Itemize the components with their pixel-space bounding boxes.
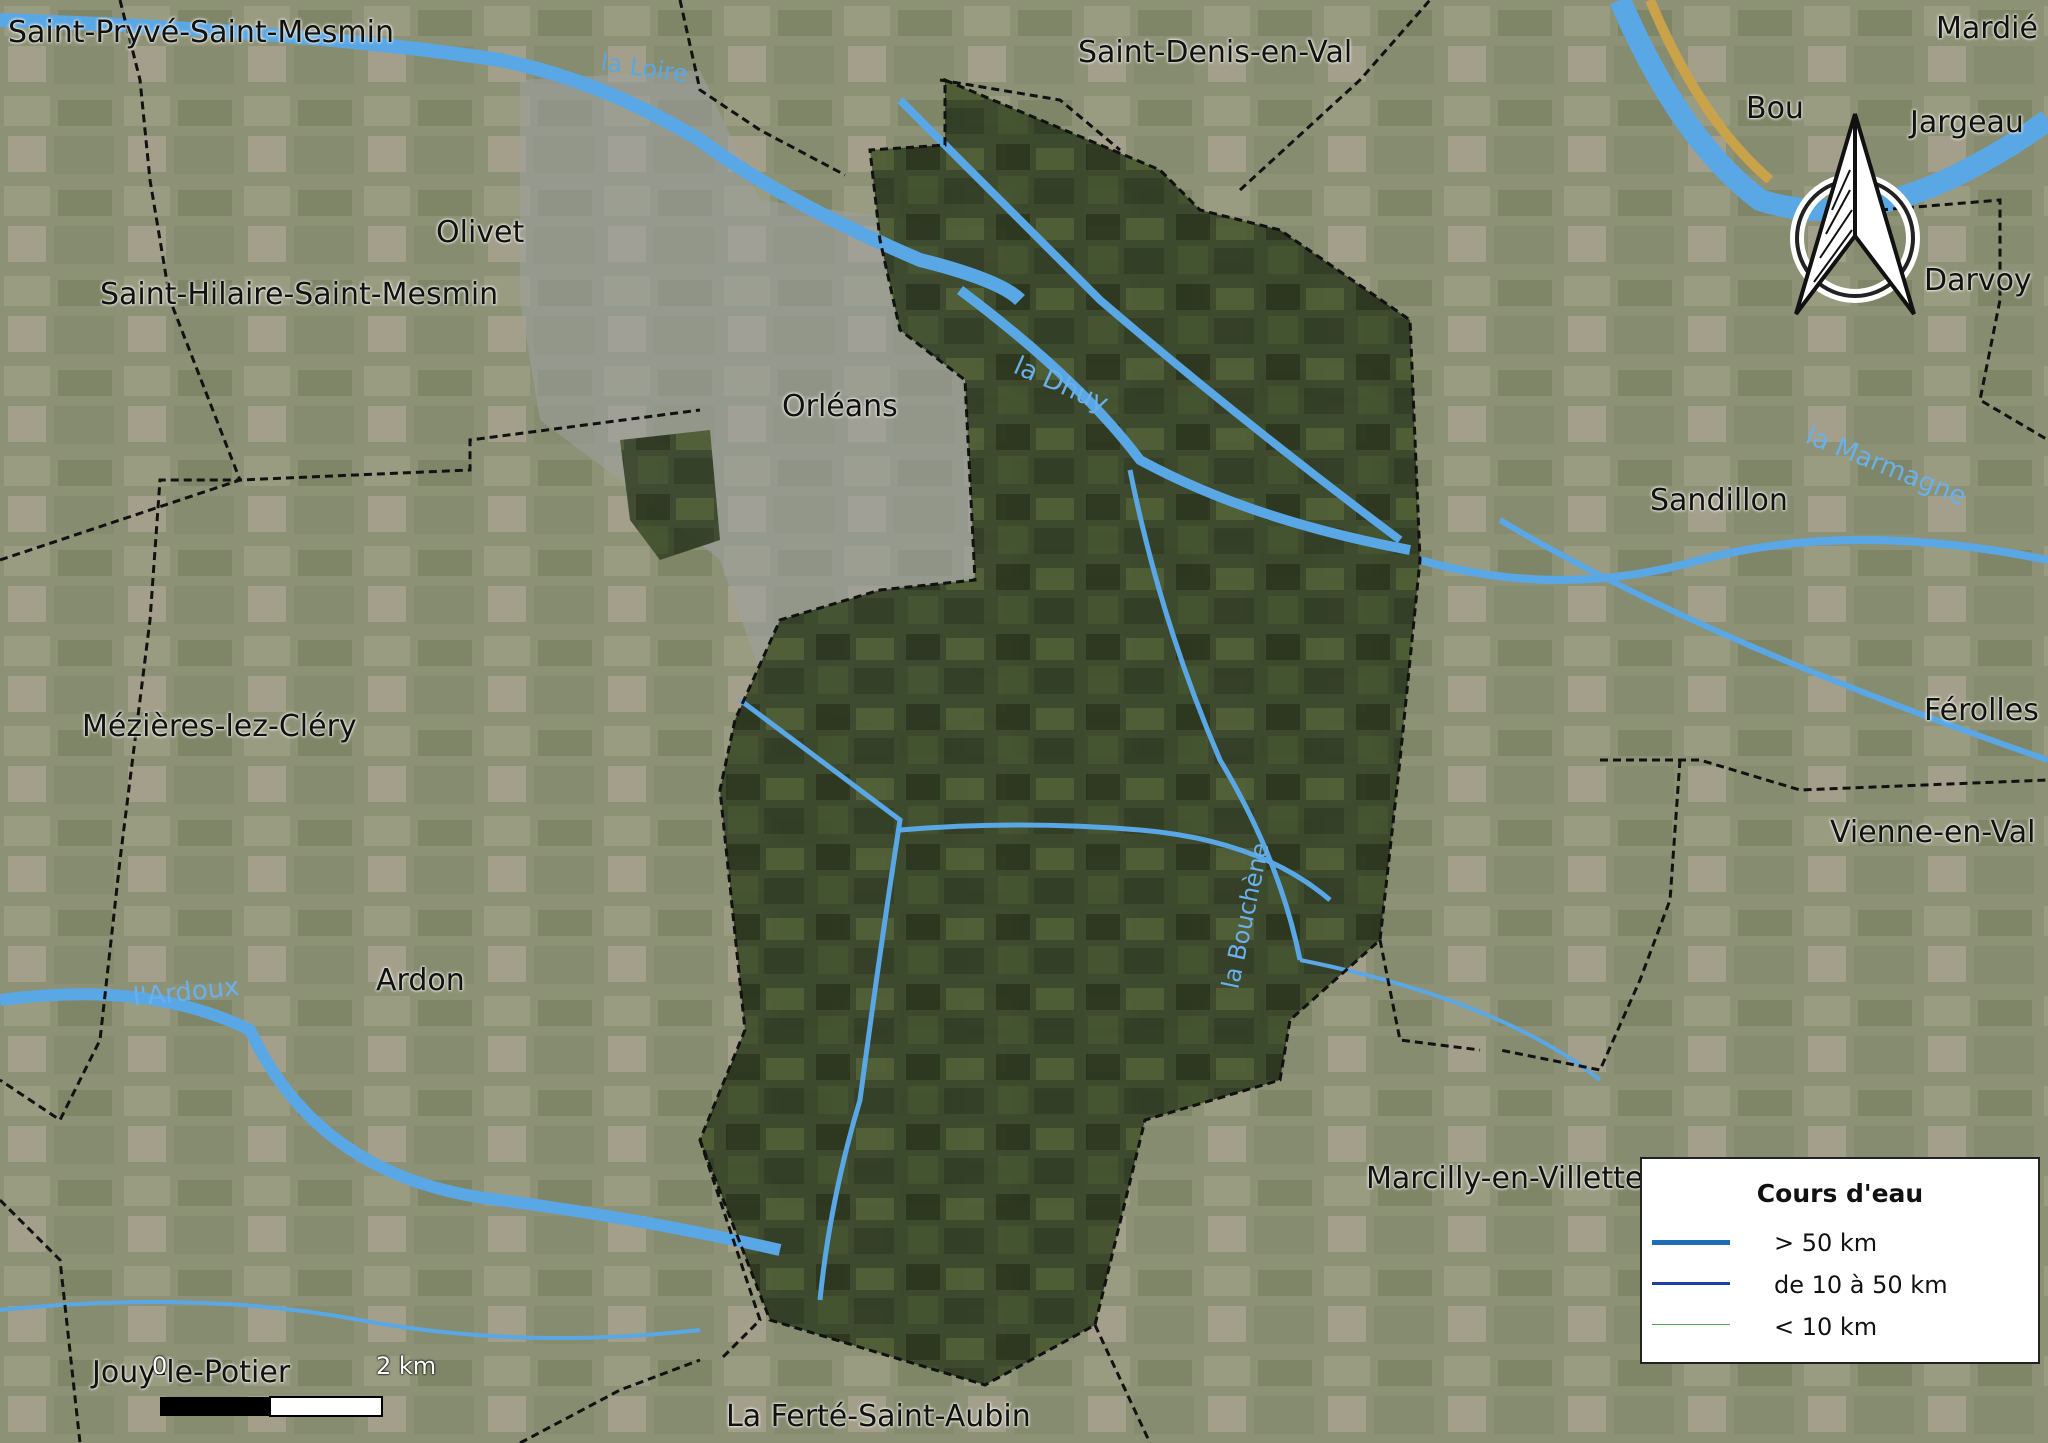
label-saint-denis: Saint-Denis-en-Val bbox=[1078, 35, 1353, 70]
legend-label-small: < 10 km bbox=[1774, 1313, 1878, 1341]
label-sandillon: Sandillon bbox=[1650, 483, 1788, 518]
label-ferte: La Ferté-Saint-Aubin bbox=[726, 1399, 1031, 1434]
label-marcilly: Marcilly-en-Villette bbox=[1366, 1161, 1644, 1196]
label-darvoy: Darvoy bbox=[1924, 263, 2032, 298]
label-olivet: Olivet bbox=[436, 215, 525, 250]
legend-label-large: > 50 km bbox=[1774, 1229, 1878, 1257]
legend-swatch-medium bbox=[1652, 1282, 1730, 1285]
scalebar-start-label: 0 bbox=[152, 1352, 168, 1380]
label-jouy: Jouy-le-Potier bbox=[92, 1355, 291, 1390]
label-vienne: Vienne-en-Val bbox=[1830, 815, 2036, 850]
legend-title: Cours d'eau bbox=[1756, 1179, 1924, 1208]
label-saint-hilaire: Saint-Hilaire-Saint-Mesmin bbox=[100, 277, 499, 312]
legend-item-small: < 10 km bbox=[1652, 1311, 2032, 1341]
label-mezieres: Mézières-lez-Cléry bbox=[82, 709, 357, 744]
map-canvas[interactable]: Saint-Pryvé-Saint-Mesmin Saint-Denis-en-… bbox=[0, 0, 2048, 1443]
north-arrow-icon bbox=[1790, 113, 1920, 316]
legend-label-medium: de 10 à 50 km bbox=[1774, 1271, 1948, 1299]
legend-item-medium: de 10 à 50 km bbox=[1652, 1269, 2032, 1299]
label-orleans: Orléans bbox=[782, 389, 898, 424]
label-mardie: Mardié bbox=[1936, 11, 2038, 46]
legend-box: Cours d'eau > 50 km de 10 à 50 km < 10 k… bbox=[1640, 1157, 2040, 1364]
legend-item-large: > 50 km bbox=[1652, 1227, 2032, 1257]
legend-swatch-small bbox=[1652, 1324, 1730, 1325]
label-saint-pryve: Saint-Pryvé-Saint-Mesmin bbox=[8, 15, 394, 50]
label-ardon: Ardon bbox=[376, 963, 465, 998]
scalebar-end-label: 2 km bbox=[376, 1352, 437, 1380]
legend-swatch-large bbox=[1652, 1240, 1730, 1245]
label-ferolles: Férolles bbox=[1924, 693, 2039, 728]
